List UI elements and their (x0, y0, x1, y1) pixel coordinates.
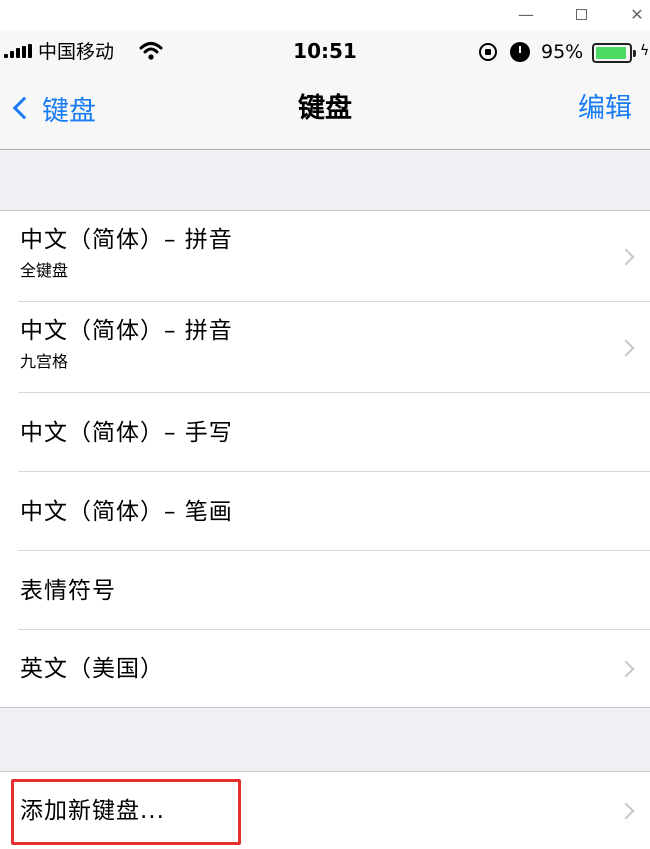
maximize-button[interactable] (568, 4, 594, 26)
keyboard-row-handwriting[interactable]: 中文（简体）– 手写 (0, 393, 650, 472)
status-bar: 中国移动 10:51 95% ϟ (0, 30, 650, 74)
maximize-icon (575, 9, 587, 20)
keyboard-row-subtitle: 九宫格 (20, 352, 69, 371)
keyboard-row-title: 中文（简体）– 拼音 (20, 227, 233, 253)
keyboard-row-title: 中文（简体）– 笔画 (20, 499, 233, 525)
keyboard-list: 中文（简体）– 拼音 全键盘 中文（简体）– 拼音 九宫格 中文（简体）– 手写… (0, 210, 650, 708)
charging-icon: ϟ (640, 43, 650, 59)
keyboard-row-pinyin-full[interactable]: 中文（简体）– 拼音 全键盘 (0, 211, 650, 302)
battery-level (596, 47, 627, 59)
keyboard-row-emoji[interactable]: 表情符号 (0, 551, 650, 630)
chevron-right-icon (617, 248, 635, 266)
chevron-right-icon (617, 660, 635, 678)
orientation-lock-icon (479, 43, 497, 61)
page-title: 键盘 (298, 93, 352, 124)
chevron-right-icon (617, 802, 635, 820)
keyboard-row-pinyin-9key[interactable]: 中文（简体）– 拼音 九宫格 (0, 302, 650, 393)
alarm-icon (510, 42, 530, 62)
keyboard-row-english-us[interactable]: 英文（美国） (0, 630, 650, 708)
battery-icon (592, 43, 636, 63)
navigation-bar: 键盘 键盘 编辑 (0, 74, 650, 150)
keyboard-row-title: 中文（简体）– 手写 (20, 420, 233, 446)
close-button[interactable]: ✕ (624, 4, 650, 26)
battery-percent: 95% (541, 41, 584, 63)
keyboard-row-title: 表情符号 (20, 578, 116, 604)
keyboard-row-title: 中文（简体）– 拼音 (20, 318, 233, 344)
highlight-box (11, 779, 241, 845)
keyboard-row-stroke[interactable]: 中文（简体）– 笔画 (0, 472, 650, 551)
edit-button[interactable]: 编辑 (578, 91, 632, 127)
keyboard-row-title: 英文（美国） (20, 656, 164, 682)
window-title-bar: — ✕ (0, 0, 650, 30)
keyboard-row-subtitle: 全键盘 (20, 261, 69, 280)
minimize-button[interactable]: — (513, 4, 539, 26)
chevron-right-icon (617, 339, 635, 357)
